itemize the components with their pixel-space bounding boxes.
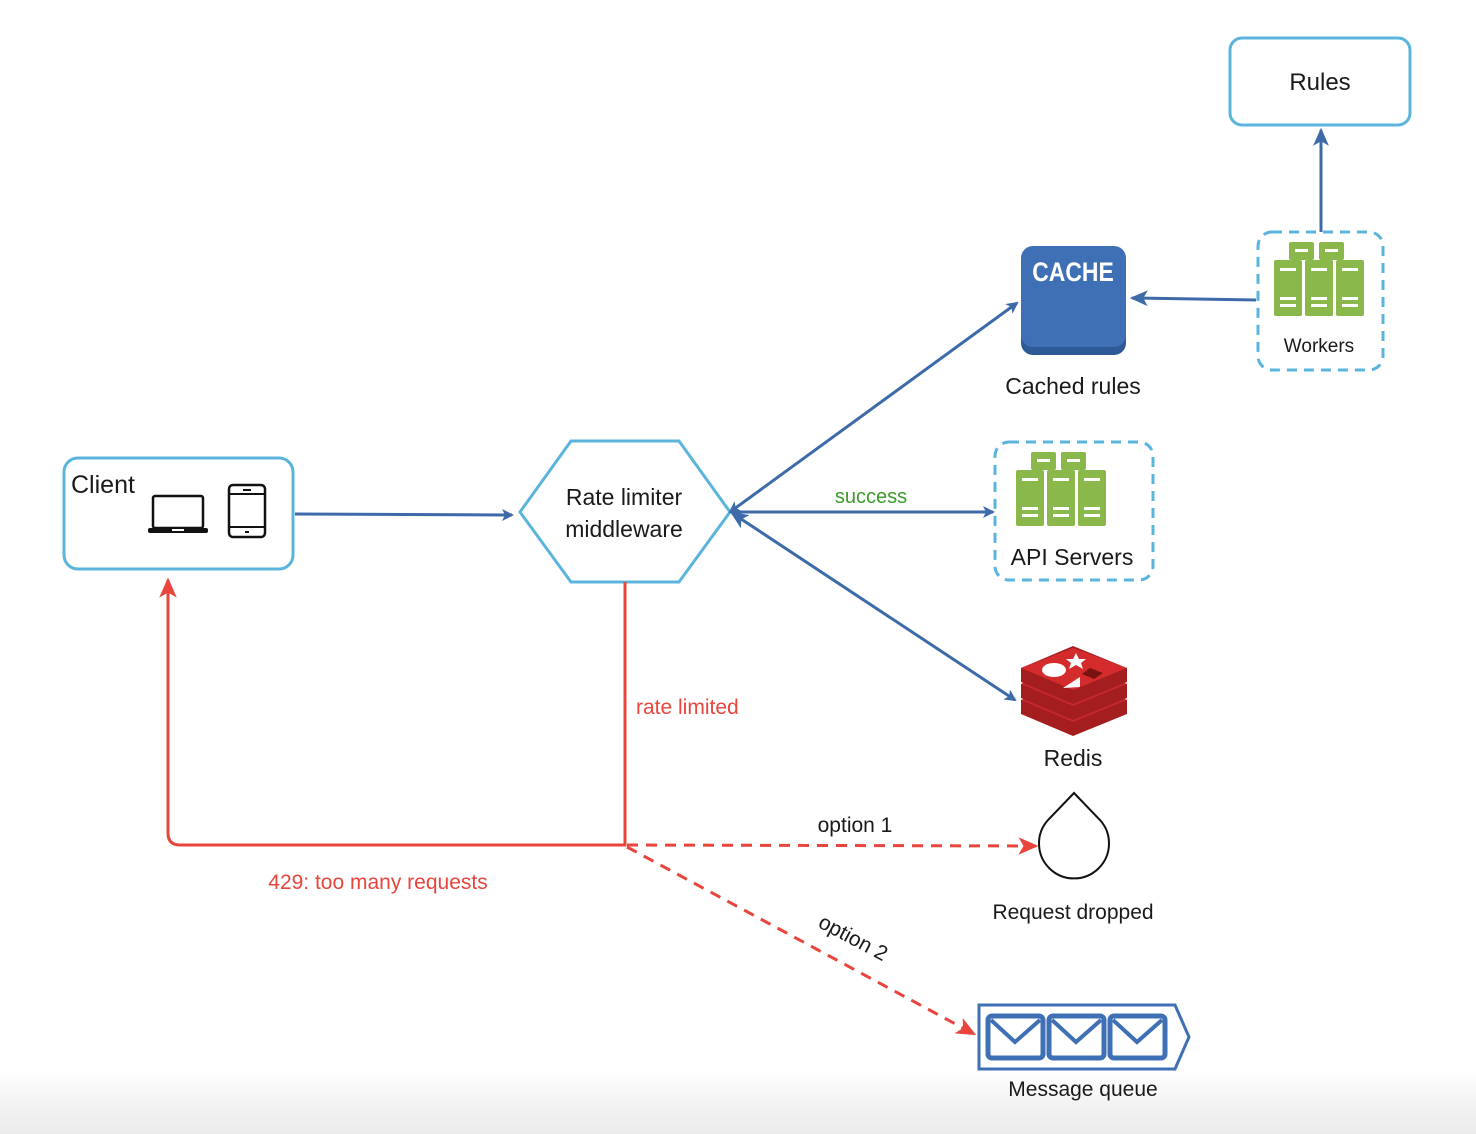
edge-workers-to-cache — [1129, 290, 1257, 307]
edge-option2-queue — [626, 845, 977, 1036]
rate-limiter-node[interactable]: Rate limiter middleware — [518, 439, 732, 584]
envelope-icon — [1107, 1013, 1168, 1061]
message-queue-node[interactable]: Message queue — [977, 1003, 1191, 1101]
request-dropped-node[interactable]: Request dropped — [992, 791, 1154, 924]
envelope-icon — [985, 1013, 1046, 1061]
message-queue-label: Message queue — [1008, 1078, 1157, 1101]
option2-label: option 2 — [815, 911, 892, 966]
edge-option1-drop — [626, 837, 1039, 855]
rate-limited-label: rate limited — [636, 696, 739, 719]
envelope-icon — [1046, 1013, 1107, 1061]
too-many-requests-label: 429: too many requests — [268, 871, 487, 894]
redis-label: Redis — [1044, 745, 1103, 771]
request-dropped-label: Request dropped — [992, 901, 1153, 924]
edge-client-to-ratelimiter — [294, 508, 514, 521]
redis-icon — [1021, 646, 1127, 736]
rate-limiter-label-line1: Rate limiter — [566, 484, 683, 510]
workers-node[interactable]: Workers — [1256, 230, 1385, 372]
client-label: Client — [71, 471, 135, 499]
client-node[interactable]: Client — [62, 456, 295, 571]
rules-node[interactable]: Rules — [1228, 36, 1412, 127]
cache-label: Cached rules — [1005, 373, 1141, 399]
success-label: success — [835, 486, 907, 508]
workers-label: Workers — [1284, 336, 1354, 357]
option1-label: option 1 — [818, 814, 893, 837]
drop-icon — [1038, 791, 1110, 880]
rules-label: Rules — [1289, 69, 1350, 96]
api-servers-label: API Servers — [1011, 544, 1134, 570]
api-servers-node[interactable]: API Servers — [993, 440, 1155, 582]
edge-ratelimiter-cache — [728, 301, 1019, 514]
cache-node[interactable]: CACHE Cached rules — [1005, 246, 1141, 399]
cache-icon-text: CACHE — [1032, 257, 1114, 287]
cache-icon: CACHE — [1021, 246, 1126, 355]
edge-ratelimiter-redis — [730, 511, 1017, 702]
diagram-canvas: Rules Workers CACHE Cached rules Client … — [62, 36, 1412, 1101]
rate-limiter-label-line2: middleware — [565, 516, 683, 542]
redis-node[interactable]: Redis — [1021, 646, 1127, 771]
edge-rate-limited-to-client — [159, 577, 627, 847]
